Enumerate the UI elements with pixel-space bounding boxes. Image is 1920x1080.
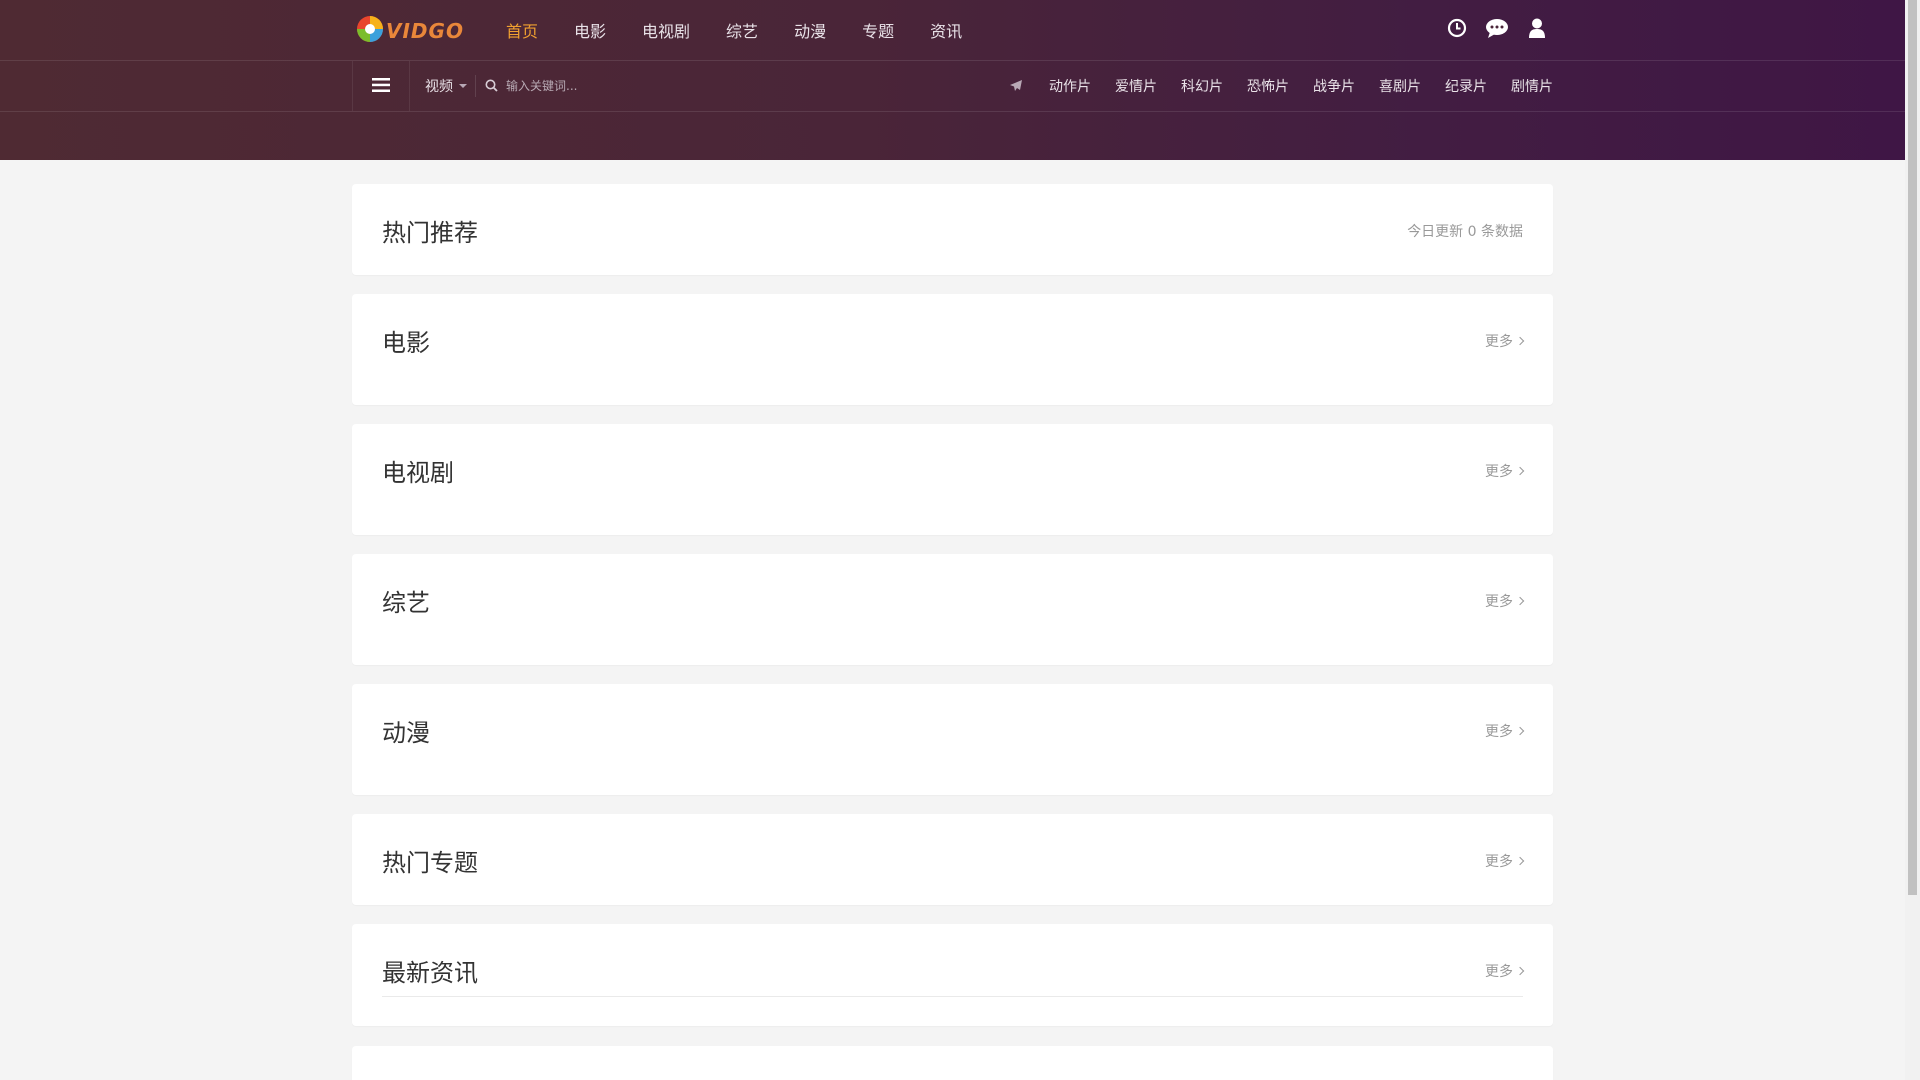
- chevron-right-icon: [1515, 856, 1525, 866]
- news-panel: 最新资讯 更多: [352, 924, 1553, 1026]
- more-label: 更多: [1485, 964, 1513, 980]
- logo-text: VIDGO: [386, 19, 464, 43]
- panel-title: 电影: [382, 329, 430, 357]
- menu-button[interactable]: [352, 61, 410, 111]
- more-link[interactable]: 更多: [1485, 961, 1525, 981]
- topics-panel: 热门专题 更多: [352, 814, 1553, 905]
- hot-recommend-panel: 热门推荐 今日更新 0 条数据: [352, 184, 1553, 275]
- more-link[interactable]: 更多: [1485, 721, 1525, 741]
- more-label: 更多: [1485, 724, 1513, 740]
- type-select-value: 视频: [425, 79, 453, 95]
- clock-icon[interactable]: [1445, 16, 1469, 40]
- category-war[interactable]: 战争片: [1313, 76, 1355, 96]
- panel-title: 热门推荐: [382, 219, 478, 247]
- category-documentary[interactable]: 纪录片: [1445, 76, 1487, 96]
- next-panel: [352, 1046, 1553, 1080]
- more-label: 更多: [1485, 334, 1513, 350]
- more-label: 更多: [1485, 854, 1513, 870]
- chat-icon[interactable]: [1485, 16, 1509, 40]
- header: VIDGO 首页 电影 电视剧 综艺 动漫 专题 资讯 视频 输入关键词... …: [0, 0, 1905, 160]
- more-link[interactable]: 更多: [1485, 461, 1525, 481]
- more-link[interactable]: 更多: [1485, 591, 1525, 611]
- subbar-divider: [0, 111, 1905, 112]
- panel-divider: [382, 996, 1523, 997]
- chevron-right-icon: [1515, 596, 1525, 606]
- nav-item-news[interactable]: 资讯: [930, 18, 962, 42]
- nav-item-variety[interactable]: 综艺: [726, 18, 758, 42]
- nav-item-movie[interactable]: 电影: [574, 18, 606, 42]
- category-romance[interactable]: 爱情片: [1115, 76, 1157, 96]
- chevron-right-icon: [1515, 466, 1525, 476]
- category-horror[interactable]: 恐怖片: [1247, 76, 1289, 96]
- scrollbar[interactable]: [1905, 0, 1920, 1080]
- top-icons: [1445, 16, 1549, 40]
- page: VIDGO 首页 电影 电视剧 综艺 动漫 专题 资讯 视频 输入关键词... …: [0, 0, 1905, 1080]
- search-box: [485, 73, 785, 99]
- nav-item-tv[interactable]: 电视剧: [642, 18, 690, 42]
- scrollbar-thumb[interactable]: [1908, 0, 1917, 895]
- category-scifi[interactable]: 科幻片: [1181, 76, 1223, 96]
- category-links: 动作片 爱情片 科幻片 恐怖片 战争片 喜剧片 纪录片 剧情片: [1009, 61, 1553, 111]
- main-nav: 首页 电影 电视剧 综艺 动漫 专题 资讯: [506, 0, 962, 60]
- chevron-right-icon: [1515, 966, 1525, 976]
- movie-panel: 电影 更多: [352, 294, 1553, 405]
- panel-title: 最新资讯: [382, 959, 478, 987]
- search-icon[interactable]: [485, 77, 498, 96]
- chevron-right-icon: [1515, 336, 1525, 346]
- more-link[interactable]: 更多: [1485, 331, 1525, 351]
- tv-panel: 电视剧 更多: [352, 424, 1553, 535]
- anime-panel: 动漫 更多: [352, 684, 1553, 795]
- category-comedy[interactable]: 喜剧片: [1379, 76, 1421, 96]
- more-link[interactable]: 更多: [1485, 851, 1525, 871]
- panel-title: 电视剧: [382, 459, 454, 487]
- update-count: 今日更新 0 条数据: [1407, 224, 1523, 240]
- divider: [475, 75, 476, 97]
- chevron-right-icon: [1515, 726, 1525, 736]
- nav-item-home[interactable]: 首页: [506, 18, 538, 42]
- site-logo[interactable]: VIDGO: [356, 11, 468, 47]
- more-label: 更多: [1485, 464, 1513, 480]
- nav-item-topics[interactable]: 专题: [862, 18, 894, 42]
- panel-title: 综艺: [382, 589, 430, 617]
- top-bar: VIDGO 首页 电影 电视剧 综艺 动漫 专题 资讯: [352, 0, 1553, 60]
- hamburger-icon: [372, 77, 390, 96]
- more-label: 更多: [1485, 594, 1513, 610]
- panel-title: 热门专题: [382, 849, 478, 877]
- search-input[interactable]: [504, 78, 768, 94]
- user-icon[interactable]: [1525, 16, 1549, 40]
- sub-bar: 视频 动作片 爱情片 科幻片 恐怖片 战争片 喜剧片 纪录片: [352, 61, 1553, 111]
- category-drama[interactable]: 剧情片: [1511, 76, 1553, 96]
- category-action[interactable]: 动作片: [1049, 76, 1091, 96]
- variety-panel: 综艺 更多: [352, 554, 1553, 665]
- paper-plane-icon: [1009, 78, 1025, 94]
- caret-down-icon: [459, 84, 467, 88]
- panel-title: 动漫: [382, 719, 430, 747]
- nav-item-anime[interactable]: 动漫: [794, 18, 826, 42]
- type-select[interactable]: 视频: [425, 61, 467, 111]
